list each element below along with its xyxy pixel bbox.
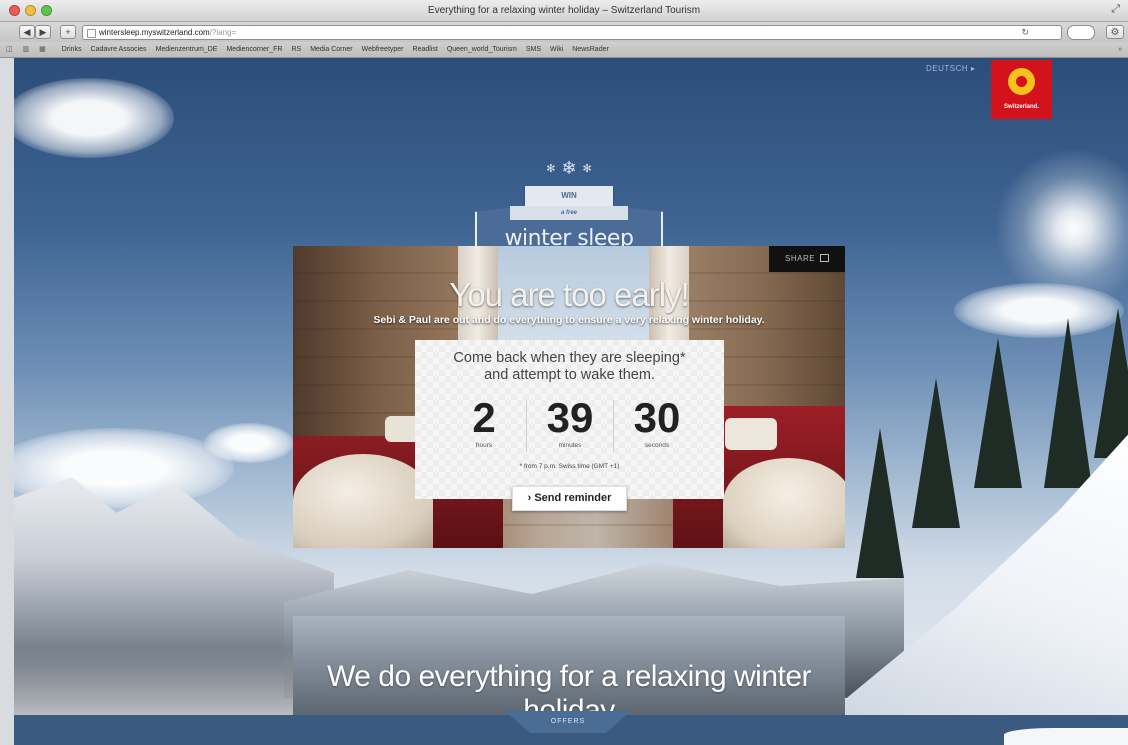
- hours-label: hours: [475, 442, 493, 449]
- countdown-minutes: 39 minutes: [526, 394, 614, 450]
- badge-win-label: WIN: [525, 186, 613, 206]
- bookmark-icons[interactable]: ◫ ▥ ▦: [6, 42, 50, 57]
- cloud: [204, 423, 294, 463]
- browser-toolbar: ◀ ▶ + wintersleep.myswitzerland.com/?lan…: [0, 22, 1128, 42]
- page-icon: [87, 29, 96, 38]
- countdown-message-line2: and attempt to wake them.: [484, 367, 655, 383]
- badge-ribbon: a free: [510, 206, 628, 220]
- bookmark-item[interactable]: Cadavre Associes: [91, 42, 147, 57]
- pillow: [725, 418, 777, 450]
- bookmark-item[interactable]: Drinks: [62, 42, 82, 57]
- page-content: DEUTSCH ▸ Switzerland. ✻ ❄ ✻ WIN a free wi…: [14, 58, 1128, 745]
- pine-tree: [856, 428, 904, 578]
- flower-icon: [1008, 68, 1035, 95]
- bookmark-item[interactable]: RS: [291, 42, 301, 57]
- countdown-seconds: 30 seconds: [613, 394, 701, 450]
- logo-text: Switzerland.: [1003, 104, 1039, 110]
- hero-subline: Sebi & Paul are out and do everything to…: [373, 314, 765, 326]
- fullscreen-icon[interactable]: ⤢: [1111, 3, 1120, 16]
- share-icon: [820, 254, 829, 262]
- pine-tree: [912, 378, 960, 528]
- teaser-headline: We do everything for a relaxing winter h…: [326, 660, 812, 718]
- bookmark-item[interactable]: Webfreetyper: [362, 42, 404, 57]
- pine-tree: [1094, 308, 1128, 458]
- bookmark-item[interactable]: NewsRader: [572, 42, 609, 57]
- snow-edge: [1004, 728, 1128, 745]
- bookmark-item[interactable]: SMS: [526, 42, 541, 57]
- fur-blanket: [293, 454, 433, 548]
- window-title: Everything for a relaxing winter holiday…: [427, 5, 701, 16]
- share-label: SHARE: [785, 254, 816, 263]
- new-tab-button[interactable]: +: [60, 25, 76, 39]
- offers-teaser: We do everything for a relaxing winter h…: [293, 616, 845, 718]
- switzerland-logo[interactable]: Switzerland.: [991, 60, 1052, 119]
- back-button[interactable]: ◀: [19, 25, 35, 39]
- countdown-box: Come back when they are sleeping* and at…: [415, 340, 724, 499]
- seconds-label: seconds: [644, 442, 670, 449]
- reload-icon[interactable]: ↻: [1021, 26, 1029, 39]
- forward-button[interactable]: ▶: [35, 25, 51, 39]
- hours-value: 2: [472, 394, 496, 441]
- share-button[interactable]: SHARE: [769, 246, 845, 272]
- window-titlebar: Everything for a relaxing winter holiday…: [0, 0, 1128, 22]
- countdown-message: Come back when they are sleeping* and at…: [415, 350, 724, 384]
- url-host: wintersleep.myswitzerland.com: [99, 28, 210, 37]
- fur-blanket: [723, 458, 845, 548]
- pine-tree: [974, 338, 1022, 488]
- countdown-message-line1: Come back when they are sleeping*: [453, 350, 686, 366]
- language-link[interactable]: DEUTSCH ▸: [926, 64, 975, 73]
- countdown-hours: 2 hours: [440, 394, 528, 450]
- minutes-label: minutes: [558, 442, 582, 449]
- snowflake-icons: ✻ ❄ ✻: [546, 158, 592, 178]
- gear-icon[interactable]: ⚙: [1106, 25, 1124, 39]
- bookmark-item[interactable]: Queen_world_Tourism: [447, 42, 517, 57]
- search-field[interactable]: [1067, 25, 1095, 40]
- hero-panel: SHARE You are too early! Sebi & Paul are…: [293, 246, 845, 548]
- bookmark-item[interactable]: Medienzentrum_DE: [156, 42, 218, 57]
- bookmarks-overflow-icon[interactable]: »: [1118, 42, 1122, 57]
- bookmark-item[interactable]: Media Corner: [310, 42, 352, 57]
- minutes-value: 39: [546, 394, 594, 441]
- hero-headline: You are too early!: [449, 276, 689, 313]
- bookmark-item[interactable]: Readlist: [413, 42, 438, 57]
- pine-tree: [1044, 318, 1092, 488]
- cloud: [14, 78, 174, 158]
- bookmark-item[interactable]: Mediencorner_FR: [226, 42, 282, 57]
- url-path: /?lang=: [209, 28, 237, 37]
- send-reminder-button[interactable]: › Send reminder: [512, 486, 627, 511]
- seconds-value: 30: [633, 394, 681, 441]
- bookmark-item[interactable]: Wiki: [550, 42, 563, 57]
- timezone-note: * from 7 p.m. Swiss time (GMT +1): [519, 463, 620, 470]
- bookmarks-bar: ◫ ▥ ▦ Drinks Cadavre Associes Medienzentru…: [0, 42, 1128, 58]
- address-bar[interactable]: wintersleep.myswitzerland.com/?lang= ↻: [82, 25, 1062, 40]
- bookmark-list: Drinks Cadavre Associes Medienzentrum_DE Me…: [62, 46, 618, 53]
